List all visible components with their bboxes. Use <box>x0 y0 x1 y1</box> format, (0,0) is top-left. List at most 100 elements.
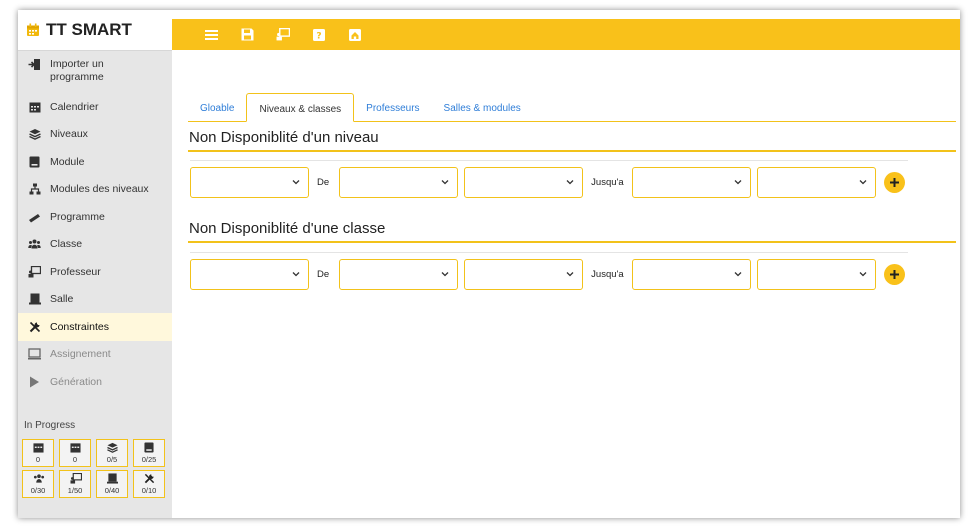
progress-cell: 0/30 <box>22 469 54 498</box>
sidebar-item-importer-un-programme[interactable]: Importer un programme <box>18 51 172 93</box>
app-title: TT SMART <box>46 20 132 39</box>
sidebar-item-assignement[interactable]: Assignement <box>18 341 172 369</box>
sidebar-item-label: Professeur <box>50 265 101 278</box>
tab-gloable[interactable]: Gloable <box>188 93 246 121</box>
to-day-select[interactable] <box>631 258 751 290</box>
classe-select[interactable] <box>190 258 309 290</box>
layers-icon <box>28 128 41 141</box>
niveau-select[interactable] <box>190 166 309 198</box>
progress-cell: 0 <box>22 438 54 467</box>
app-window: TT SMART Importer un programme Calendrie… <box>18 10 960 518</box>
chevron-down-icon <box>566 179 574 184</box>
to-day-select[interactable] <box>631 166 751 198</box>
sidebar-item-label: Assignement <box>50 348 111 361</box>
play-icon <box>28 375 41 388</box>
top-toolbar: ? <box>172 19 960 50</box>
sidebar-item-classe[interactable]: Classe <box>18 231 172 259</box>
calendar-icon <box>69 442 81 453</box>
help-icon[interactable]: ? <box>312 28 326 42</box>
progress-cell: 1/50 <box>59 469 91 498</box>
progress-value: 0/5 <box>106 454 118 464</box>
sidebar-item-calendrier[interactable]: Calendrier <box>18 93 172 121</box>
progress-value: 0/30 <box>30 485 46 495</box>
desk-icon <box>28 293 41 306</box>
monitor-icon <box>28 348 41 361</box>
teacher-board-icon <box>70 472 82 484</box>
chevron-down-icon <box>441 271 449 276</box>
from-day-select[interactable] <box>339 258 459 290</box>
chevron-down-icon <box>292 271 300 276</box>
home-icon[interactable] <box>348 28 362 42</box>
chevron-down-icon <box>292 179 300 184</box>
progress-grid: 0 0 0/5 0/25 0/30 1/50 0/40 0/10 <box>18 438 172 498</box>
progress-cell: 0/10 <box>133 469 165 498</box>
sidebar-item-module[interactable]: Module <box>18 148 172 176</box>
tab-niveaux-classes[interactable]: Niveaux & classes <box>246 93 355 122</box>
svg-text:?: ? <box>316 31 321 41</box>
sidebar-item-niveaux[interactable]: Niveaux <box>18 121 172 149</box>
calendar-icon <box>26 23 40 37</box>
chevron-down-icon <box>859 271 867 276</box>
to-time-select[interactable] <box>756 166 876 198</box>
progress-cell: 0/40 <box>96 469 128 498</box>
progress-value: 0/40 <box>104 485 120 495</box>
desk-icon <box>106 472 118 484</box>
progress-value: 0 <box>72 454 78 464</box>
sidebar-item-label: Génération <box>50 375 102 388</box>
from-time-select[interactable] <box>464 166 584 198</box>
section-divider <box>188 150 956 152</box>
sidebar-item-modules-des-niveaux[interactable]: Modules des niveaux <box>18 176 172 204</box>
chevron-down-icon <box>566 271 574 276</box>
calendar-icon <box>28 100 41 113</box>
ruler-pencil-icon <box>28 210 41 223</box>
menu-icon[interactable] <box>204 28 218 42</box>
progress-value: 0/25 <box>141 454 157 464</box>
sidebar-item-label: Constraintes <box>50 320 109 333</box>
chevron-down-icon <box>734 271 742 276</box>
progress-value: 0 <box>35 454 41 464</box>
plus-icon <box>889 177 899 187</box>
sidebar-item-professeur[interactable]: Professeur <box>18 258 172 286</box>
sidebar-item-label: Module <box>50 155 85 168</box>
constraint-tabs: Gloable Niveaux & classes Professeurs Sa… <box>188 93 956 122</box>
row-divider <box>190 160 908 161</box>
sitemap-icon <box>28 183 41 196</box>
progress-title: In Progress <box>24 419 76 431</box>
sidebar-item-label: Niveaux <box>50 128 88 141</box>
sidebar-item-programme[interactable]: Programme <box>18 203 172 231</box>
chevron-down-icon <box>734 179 742 184</box>
sidebar-item-label: Classe <box>50 238 83 251</box>
users-icon <box>33 473 44 484</box>
tab-salles-modules[interactable]: Salles & modules <box>432 93 533 121</box>
from-day-select[interactable] <box>339 166 459 198</box>
to-label: Jusqu'a <box>591 176 624 188</box>
sidebar-item-salle[interactable]: Salle <box>18 286 172 314</box>
tab-professeurs[interactable]: Professeurs <box>354 93 431 121</box>
save-icon[interactable] <box>240 28 254 42</box>
book-icon <box>28 155 41 168</box>
sidebar-item-label: Salle <box>50 293 74 306</box>
row-divider <box>190 252 908 253</box>
calendar-icon <box>32 442 44 453</box>
sidebar-item-generation[interactable]: Génération <box>18 368 172 396</box>
niveau-availability-row: De Jusqu'a <box>190 166 905 198</box>
progress-cell: 0/5 <box>96 438 128 467</box>
from-label: De <box>317 268 330 280</box>
progress-cell: 0/25 <box>133 438 165 467</box>
teacher-board-icon <box>28 265 41 278</box>
teacher-board-icon[interactable] <box>276 28 290 42</box>
sidebar: TT SMART Importer un programme Calendrie… <box>18 10 172 518</box>
layers-icon <box>106 442 118 453</box>
from-label: De <box>317 176 330 188</box>
chevron-down-icon <box>441 179 449 184</box>
add-classe-constraint-button[interactable] <box>883 263 905 285</box>
to-label: Jusqu'a <box>591 268 624 280</box>
brand: TT SMART <box>18 10 172 51</box>
from-time-select[interactable] <box>464 258 584 290</box>
add-niveau-constraint-button[interactable] <box>883 171 905 193</box>
to-time-select[interactable] <box>756 258 876 290</box>
sidebar-menu: Importer un programme Calendrier Niveaux… <box>18 51 172 396</box>
progress-value: 1/50 <box>67 485 83 495</box>
section-divider <box>188 241 956 243</box>
sidebar-item-constraintes[interactable]: Constraintes <box>18 313 172 341</box>
